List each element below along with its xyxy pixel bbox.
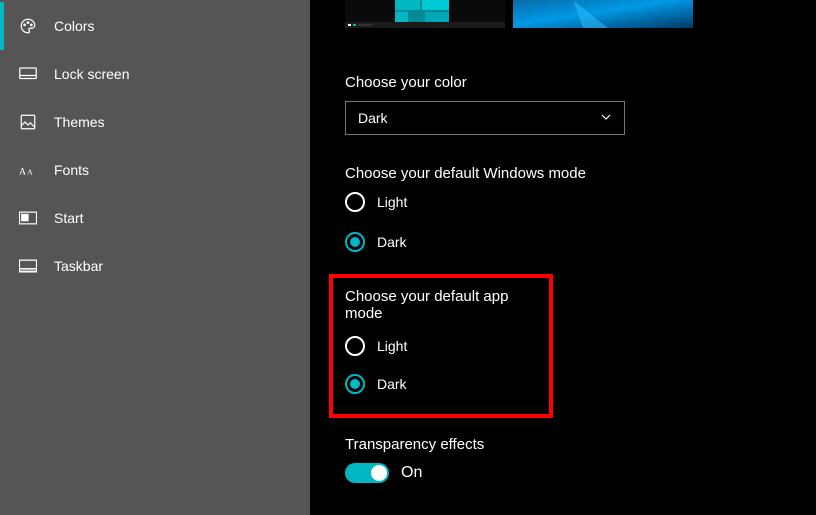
app-mode-highlight: Choose your default app mode Light Dark bbox=[329, 274, 553, 418]
app-mode-heading: Choose your default app mode bbox=[345, 288, 537, 322]
sidebar-item-label: Start bbox=[54, 210, 84, 226]
start-icon bbox=[18, 208, 38, 228]
preview-wallpaper bbox=[513, 0, 693, 28]
radio-icon bbox=[345, 232, 365, 252]
taskbar-icon bbox=[18, 256, 38, 276]
transparency-heading: Transparency effects bbox=[345, 436, 816, 453]
sidebar-item-label: Taskbar bbox=[54, 258, 103, 274]
lockscreen-icon bbox=[18, 64, 38, 84]
radio-icon bbox=[345, 192, 365, 212]
sidebar-item-taskbar[interactable]: Taskbar bbox=[0, 242, 310, 290]
toggle-state-label: On bbox=[401, 464, 422, 482]
palette-icon bbox=[18, 16, 38, 36]
sidebar-item-label: Fonts bbox=[54, 162, 89, 178]
theme-preview-strip bbox=[345, 0, 816, 28]
sidebar-item-fonts[interactable]: A A Fonts bbox=[0, 146, 310, 194]
themes-icon bbox=[18, 112, 38, 132]
sidebar-item-colors[interactable]: Colors bbox=[0, 2, 310, 50]
main-content: Choose your color Dark Choose your defau… bbox=[310, 0, 816, 515]
preview-window-dark bbox=[345, 0, 505, 28]
windows-mode-group: Choose your default Windows mode Light D… bbox=[345, 165, 816, 252]
radio-label: Light bbox=[377, 194, 407, 210]
transparency-toggle[interactable] bbox=[345, 463, 389, 483]
radio-label: Dark bbox=[377, 234, 407, 250]
chevron-down-icon bbox=[600, 110, 612, 126]
sidebar-item-label: Themes bbox=[54, 114, 105, 130]
sidebar-item-label: Colors bbox=[54, 18, 94, 34]
choose-color-group: Choose your color Dark bbox=[345, 74, 816, 135]
sidebar-item-lockscreen[interactable]: Lock screen bbox=[0, 50, 310, 98]
windows-mode-light[interactable]: Light bbox=[345, 192, 816, 212]
transparency-toggle-row: On bbox=[345, 463, 816, 483]
radio-icon bbox=[345, 336, 365, 356]
transparency-group: Transparency effects On bbox=[345, 436, 816, 483]
radio-label: Light bbox=[377, 338, 407, 354]
radio-label: Dark bbox=[377, 376, 407, 392]
sidebar-item-themes[interactable]: Themes bbox=[0, 98, 310, 146]
sidebar-item-label: Lock screen bbox=[54, 66, 129, 82]
choose-color-heading: Choose your color bbox=[345, 74, 816, 91]
app-mode-dark[interactable]: Dark bbox=[345, 374, 537, 394]
svg-text:A: A bbox=[19, 167, 26, 178]
windows-mode-dark[interactable]: Dark bbox=[345, 232, 816, 252]
app-mode-light[interactable]: Light bbox=[345, 336, 537, 356]
color-mode-dropdown[interactable]: Dark bbox=[345, 101, 625, 135]
dropdown-value: Dark bbox=[358, 110, 388, 126]
fonts-icon: A A bbox=[18, 160, 38, 180]
radio-icon bbox=[345, 374, 365, 394]
windows-mode-heading: Choose your default Windows mode bbox=[345, 165, 816, 182]
svg-text:A: A bbox=[27, 168, 33, 177]
sidebar-item-start[interactable]: Start bbox=[0, 194, 310, 242]
sidebar: Colors Lock screen Themes A A Fonts bbox=[0, 0, 310, 515]
